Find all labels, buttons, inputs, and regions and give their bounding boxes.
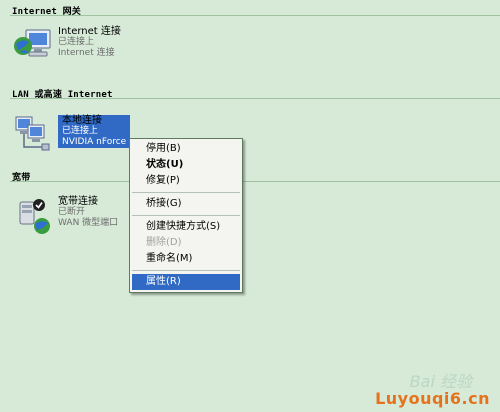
menu-item-rename[interactable]: 重命名(M) [130,251,242,267]
connection-text: 本地连接 已连接上 NVIDIA nForce [58,115,131,148]
network-computers-icon [12,115,52,155]
menu-item-repair[interactable]: 修复(P) [130,173,242,189]
menu-item-bridge[interactable]: 桥接(G) [130,196,242,212]
connection-status: 已断开 [58,207,86,217]
watermark-site-text: Luyouqi6.cn [375,389,490,408]
menu-separator [132,215,240,216]
watermark-site: Luyouqi6.cn [375,389,490,408]
menu-separator [132,192,240,193]
menu-item-disable[interactable]: 停用(B) [130,141,242,157]
connection-name: Internet 连接 [58,26,121,37]
context-menu: 停用(B) 状态(U) 修复(P) 桥接(G) 创建快捷方式(S) 删除(D) … [129,138,243,293]
menu-item-properties[interactable]: 属性(R) [132,274,240,290]
connection-name: 宽带连接 [58,196,98,207]
connection-device: WAN 微型端口 [58,218,119,228]
network-globe-icon [12,26,52,66]
connection-name: 本地连接 [62,115,102,126]
connection-text: 宽带连接 已断开 WAN 微型端口 [58,196,118,229]
menu-item-status[interactable]: 状态(U) [130,157,242,173]
menu-separator [132,270,240,271]
connection-device: NVIDIA nForce [62,137,127,147]
broadband-globe-icon [12,196,52,236]
group-divider [10,15,500,16]
connection-text: Internet 连接 已连接上 Internet 连接 [58,26,121,59]
menu-item-create-shortcut[interactable]: 创建快捷方式(S) [130,219,242,235]
group-divider [10,98,500,99]
connection-status: 已连接上 [62,126,99,136]
connection-status: 已连接上 [58,37,95,47]
connection-device: Internet 连接 [58,48,115,58]
connection-internet-gateway[interactable]: Internet 连接 已连接上 Internet 连接 [12,26,212,70]
menu-item-delete: 删除(D) [146,237,182,248]
group-divider [10,181,500,182]
